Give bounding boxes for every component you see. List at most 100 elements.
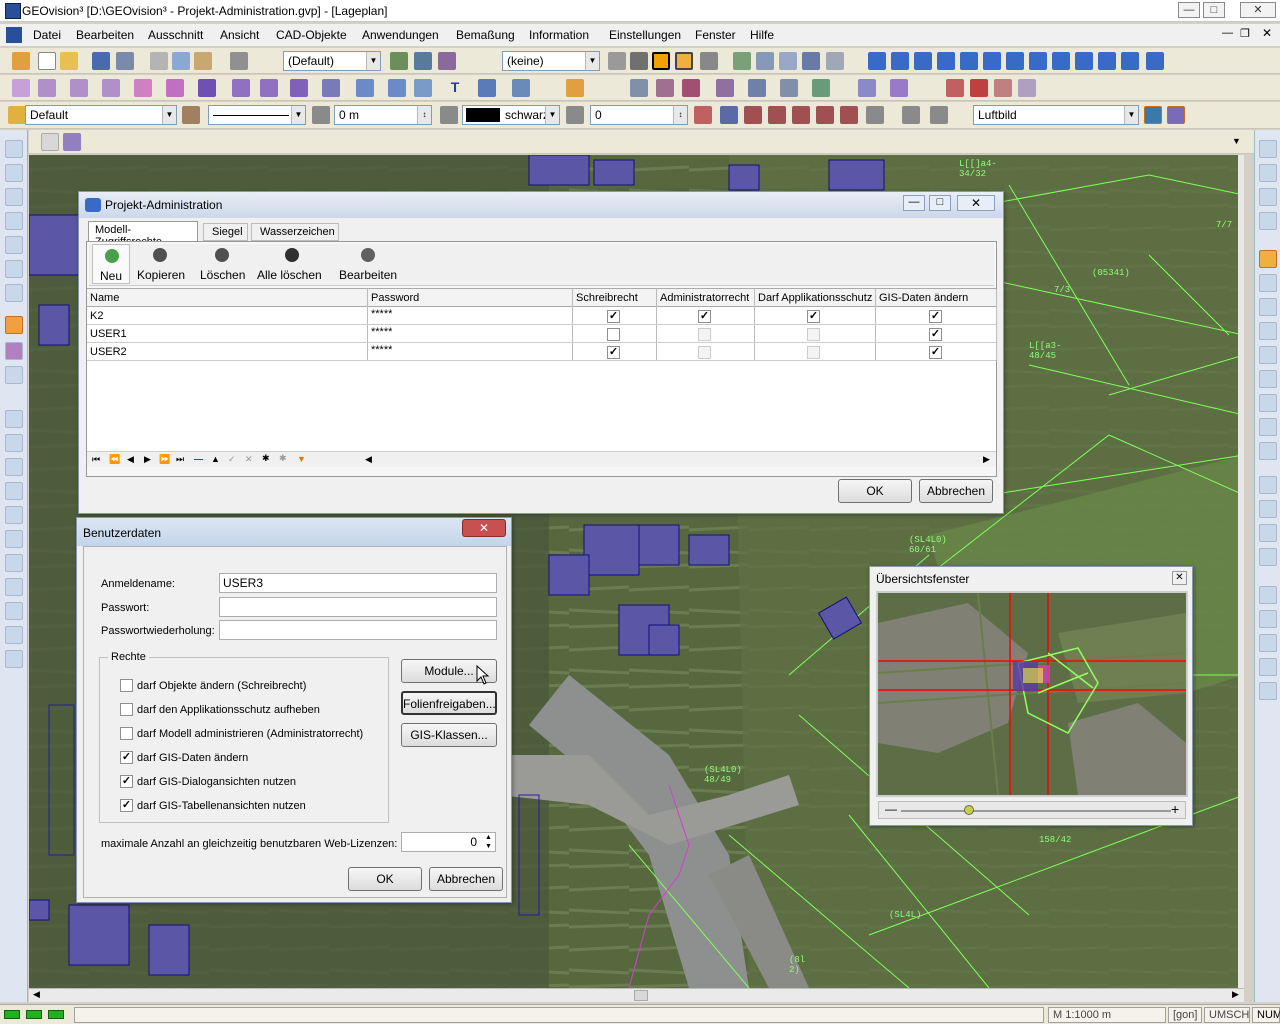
draw-icon-4[interactable] (5, 212, 23, 230)
info-icon-13[interactable] (1146, 52, 1164, 70)
minimize-icon[interactable]: — (903, 195, 925, 211)
active-tool-icon[interactable] (5, 316, 23, 334)
zoom-slider[interactable]: — + (878, 801, 1186, 819)
copy-user-button[interactable]: Kopieren (135, 244, 185, 284)
horizontal-scrollbar[interactable]: ◀ ▶ (29, 988, 1244, 1002)
copy-icon[interactable] (172, 52, 190, 70)
edit-icon-8[interactable] (5, 578, 23, 596)
prev-page-icon[interactable]: ⏪ (109, 454, 120, 465)
write-checkbox[interactable] (607, 310, 620, 323)
delete-user-button[interactable]: Löschen (197, 244, 247, 284)
spinner-icon[interactable]: ▲ ▼ (485, 833, 492, 851)
maximize-icon[interactable]: □ (929, 195, 951, 211)
col-name[interactable]: Name (90, 292, 119, 304)
snap-icon-1[interactable] (1259, 586, 1277, 604)
list-icon[interactable] (826, 52, 844, 70)
navigate-icon-1[interactable] (1259, 476, 1277, 494)
post-icon[interactable]: ✓ (228, 454, 236, 465)
display-icon-3[interactable] (930, 106, 948, 124)
user-name[interactable]: USER2 (90, 346, 127, 358)
mdi-restore-icon[interactable]: ❐ (1240, 27, 1250, 40)
edit-icon-3[interactable] (5, 458, 23, 476)
chevron-down-icon[interactable]: ▼ (1232, 136, 1241, 146)
transform-icon-1[interactable] (630, 79, 648, 97)
save-icon[interactable] (92, 52, 110, 70)
table-row[interactable]: USER1 ***** (87, 325, 996, 343)
aerial-icon[interactable] (1144, 106, 1162, 124)
transform-icon-9[interactable] (890, 79, 908, 97)
zoom-in-icon[interactable] (1259, 274, 1277, 292)
tab-siegel[interactable]: Siegel (203, 223, 248, 241)
draw-icon-2[interactable] (5, 164, 23, 182)
menu-ausschnitt[interactable]: Ausschnitt (148, 28, 203, 42)
arrow-icon-4[interactable] (1259, 212, 1277, 230)
transform-icon-4[interactable] (716, 79, 734, 97)
appschutz-right-checkbox[interactable] (120, 703, 133, 716)
edit-icon-10[interactable] (5, 626, 23, 644)
write-checkbox[interactable] (607, 346, 620, 359)
menu-bemassung[interactable]: Bemaßung (456, 28, 515, 42)
gis-table-label[interactable]: darf GIS-Tabellenansichten nutzen (137, 800, 306, 812)
overview-map[interactable] (876, 591, 1188, 797)
password-input[interactable] (219, 597, 497, 617)
display-icon-2[interactable] (902, 106, 920, 124)
gis-edit-checkbox[interactable] (120, 751, 133, 764)
layer-combo[interactable]: Default ▼ (25, 105, 177, 125)
frame-select-icon[interactable] (675, 52, 693, 70)
draw-icon-6[interactable] (5, 260, 23, 278)
write-right-checkbox[interactable] (120, 679, 133, 692)
mdi-close-icon[interactable]: ✕ (1262, 26, 1272, 40)
edit-icon-4[interactable] (5, 482, 23, 500)
login-input[interactable]: USER3 (219, 573, 497, 593)
appschutz-checkbox[interactable] (807, 346, 820, 359)
symbol-tool-icon[interactable] (134, 79, 152, 97)
arrow-up-icon[interactable] (1259, 164, 1277, 182)
close-icon[interactable]: ✕ (957, 195, 995, 211)
gis-dialog-label[interactable]: darf GIS-Dialogansichten nutzen (137, 776, 296, 788)
info-icon-10[interactable] (1075, 52, 1093, 70)
layer-tool-icon[interactable] (5, 342, 23, 360)
table-icon[interactable] (756, 52, 774, 70)
zoom-previous-icon[interactable] (1259, 346, 1277, 364)
edit-icon-7[interactable] (5, 554, 23, 572)
cancel-edit-icon[interactable]: ✕ (245, 454, 253, 465)
navigate-icon-3[interactable] (1259, 524, 1277, 542)
user-password[interactable]: ***** (371, 344, 392, 356)
transform-icon-2[interactable] (656, 79, 674, 97)
maximize-button[interactable]: □ (1203, 2, 1225, 18)
info-icon-9[interactable] (1052, 52, 1070, 70)
filter-icon[interactable]: ▼ (297, 454, 306, 464)
rectangle-tool-icon[interactable] (166, 79, 184, 97)
close-button[interactable]: ✕ (1240, 2, 1276, 18)
paste-icon[interactable] (194, 52, 212, 70)
new-user-button[interactable]: Neu (92, 244, 130, 284)
info-icon-7[interactable] (1006, 52, 1024, 70)
edit-icon-1[interactable] (5, 410, 23, 428)
delete-icon-4[interactable] (1018, 79, 1036, 97)
symbol-props-icon[interactable] (720, 106, 738, 124)
node-tool-icon[interactable] (322, 79, 340, 97)
menu-datei[interactable]: Datei (33, 28, 61, 42)
move-up-icon[interactable]: ▲ (211, 454, 220, 464)
arc-tool-icon[interactable] (70, 79, 88, 97)
fill-props-icon-3[interactable] (792, 106, 810, 124)
style-combo[interactable]: (Default) ▼ (283, 51, 381, 71)
tab-modell-zugriffsrechte[interactable]: Modell-Zugriffsrechte (88, 221, 198, 248)
scroll-left-icon[interactable]: ◀ (365, 454, 372, 465)
ok-button[interactable]: OK (838, 479, 912, 503)
delete-icon-2[interactable] (970, 79, 988, 97)
col-gis-daten[interactable]: GIS-Daten ändern (879, 292, 968, 304)
save-all-icon[interactable] (116, 52, 134, 70)
scroll-left-icon[interactable]: ◀ (33, 989, 40, 1000)
aerial-settings-icon[interactable] (1167, 106, 1185, 124)
menu-bearbeiten[interactable]: Bearbeiten (76, 28, 134, 42)
arrow-down-icon[interactable] (1259, 140, 1277, 158)
admin-right-checkbox[interactable] (120, 727, 133, 740)
snap-icon-4[interactable] (1259, 658, 1277, 676)
admin-checkbox[interactable] (698, 328, 711, 341)
navigate-icon-4[interactable] (1259, 548, 1277, 566)
gis-klassen-button[interactable]: GIS-Klassen... (401, 723, 497, 747)
edit-icon-5[interactable] (5, 506, 23, 524)
background-combo[interactable]: Luftbild ▼ (973, 105, 1139, 125)
tab-wasserzeichen[interactable]: Wasserzeichen (251, 223, 339, 241)
